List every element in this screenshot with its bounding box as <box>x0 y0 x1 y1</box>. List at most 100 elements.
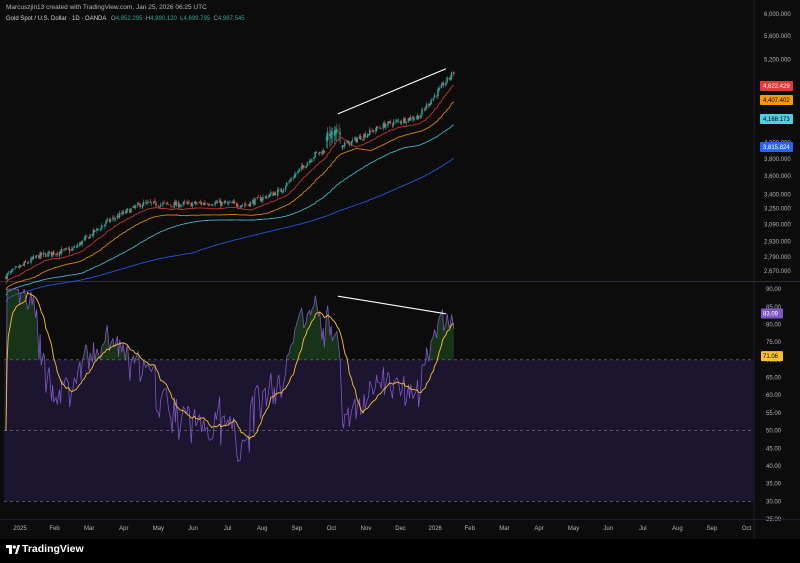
candle-body <box>35 255 38 257</box>
candle-body <box>413 118 415 121</box>
open-value: 4,952.295 <box>115 16 143 22</box>
candle-body <box>96 228 98 232</box>
rsi-badge-label-0: 83.09 <box>763 312 779 318</box>
candle-body <box>183 201 186 203</box>
candle-body <box>409 117 412 121</box>
candle-body <box>6 273 8 279</box>
candle-body <box>212 205 214 206</box>
price-tick-label-5: 3,800.000 <box>764 157 791 163</box>
price-tick-label-1: 5,600.000 <box>764 34 791 40</box>
candle-body <box>270 192 272 195</box>
time-tick-label-16: May <box>568 526 579 532</box>
candle-body <box>380 128 382 130</box>
rsi-overbought-fill <box>6 289 454 360</box>
rsi-tick-label-2: 80.00 <box>766 322 782 328</box>
candle-body <box>440 84 443 89</box>
candle-body <box>216 202 219 204</box>
price-tick-label-9: 3,090.000 <box>764 223 791 229</box>
candle-body <box>76 244 79 247</box>
time-tick-label-13: Feb <box>465 526 476 532</box>
candle-body <box>364 133 366 138</box>
candle-body <box>293 174 296 178</box>
candle-body <box>405 122 407 124</box>
candle-body <box>432 97 435 101</box>
candle-body <box>282 189 285 192</box>
candle-body <box>139 203 141 208</box>
candle-body <box>12 268 14 271</box>
time-tick-label-20: Sep <box>707 526 718 532</box>
price-tick-label-12: 2,670.000 <box>764 269 791 275</box>
candle-body <box>292 178 295 179</box>
candle-body <box>56 253 58 255</box>
time-tick-label-3: Apr <box>119 526 128 532</box>
candle-body <box>27 262 30 264</box>
candle-body <box>84 236 87 240</box>
candle-body <box>32 256 35 260</box>
time-tick-label-7: Aug <box>257 526 268 532</box>
low-value: 4,899.795 <box>183 16 211 22</box>
candle-body <box>331 133 333 135</box>
candle-body <box>254 198 256 206</box>
rsi-trendline <box>337 295 447 315</box>
close-value: 4,987.545 <box>217 16 245 22</box>
candle-body <box>85 235 88 237</box>
candle-body <box>384 124 387 128</box>
candle-body <box>300 166 303 170</box>
candle-body <box>158 206 161 208</box>
chart-credit: Marcuszjin13 created with TradingView.co… <box>6 4 207 11</box>
candle-body <box>224 201 227 204</box>
candle-body <box>421 109 423 115</box>
candle-body <box>162 203 164 205</box>
candles-group <box>5 70 455 281</box>
candle-body <box>276 189 279 196</box>
candle-body <box>147 202 149 203</box>
time-tick-label-9: Oct <box>327 526 337 532</box>
candle-body <box>372 130 374 132</box>
candle-body <box>20 264 22 267</box>
footer-bar <box>0 539 800 563</box>
candle-body <box>268 194 271 197</box>
candle-body <box>424 108 427 110</box>
price-tick-label-0: 6,000.000 <box>764 12 791 18</box>
candle-body <box>369 129 371 136</box>
candle-body <box>376 127 379 129</box>
chart-canvas[interactable]: 6,000.0005,600.0005,200.0004,800.0004,00… <box>0 0 800 563</box>
candle-body <box>233 201 236 203</box>
time-tick-label-8: Sep <box>291 526 302 532</box>
time-tick-label-1: Feb <box>49 526 60 532</box>
candle-body <box>130 208 132 213</box>
candle-body <box>204 202 206 205</box>
rsi-tick-label-3: 75.00 <box>766 340 782 346</box>
candle-body <box>326 131 329 141</box>
candle-body <box>338 131 340 132</box>
candle-body <box>68 249 71 252</box>
candle-body <box>288 181 290 183</box>
candle-body <box>188 202 190 203</box>
candle-body <box>330 130 332 139</box>
candle-body <box>134 205 137 208</box>
high-value: 4,990.120 <box>150 16 177 22</box>
candle-body <box>153 201 155 204</box>
rsi-tick-label-10: 40.00 <box>766 464 782 470</box>
candle-body <box>344 142 346 147</box>
candle-body <box>417 115 420 119</box>
candle-body <box>362 138 364 141</box>
candle-body <box>30 258 32 263</box>
candle-body <box>150 202 153 204</box>
candle-body <box>278 188 280 190</box>
candle-body <box>24 261 27 263</box>
time-tick-label-18: Jul <box>639 526 647 532</box>
symbol-legend[interactable]: Gold Spot / U.S. Dollar · 1D · OANDA O4,… <box>6 16 245 22</box>
candle-body <box>442 83 445 86</box>
time-tick-label-10: Nov <box>361 526 372 532</box>
candle-body <box>359 136 362 140</box>
candle-body <box>445 82 447 86</box>
candle-body <box>433 95 436 98</box>
symbol-name: Gold Spot / U.S. Dollar · 1D · OANDA <box>6 16 107 22</box>
candle-body <box>72 248 74 250</box>
candle-body <box>163 202 165 203</box>
candle-body <box>142 202 145 206</box>
candle-body <box>109 219 112 222</box>
candle-body <box>257 197 260 198</box>
candle-body <box>339 133 341 135</box>
